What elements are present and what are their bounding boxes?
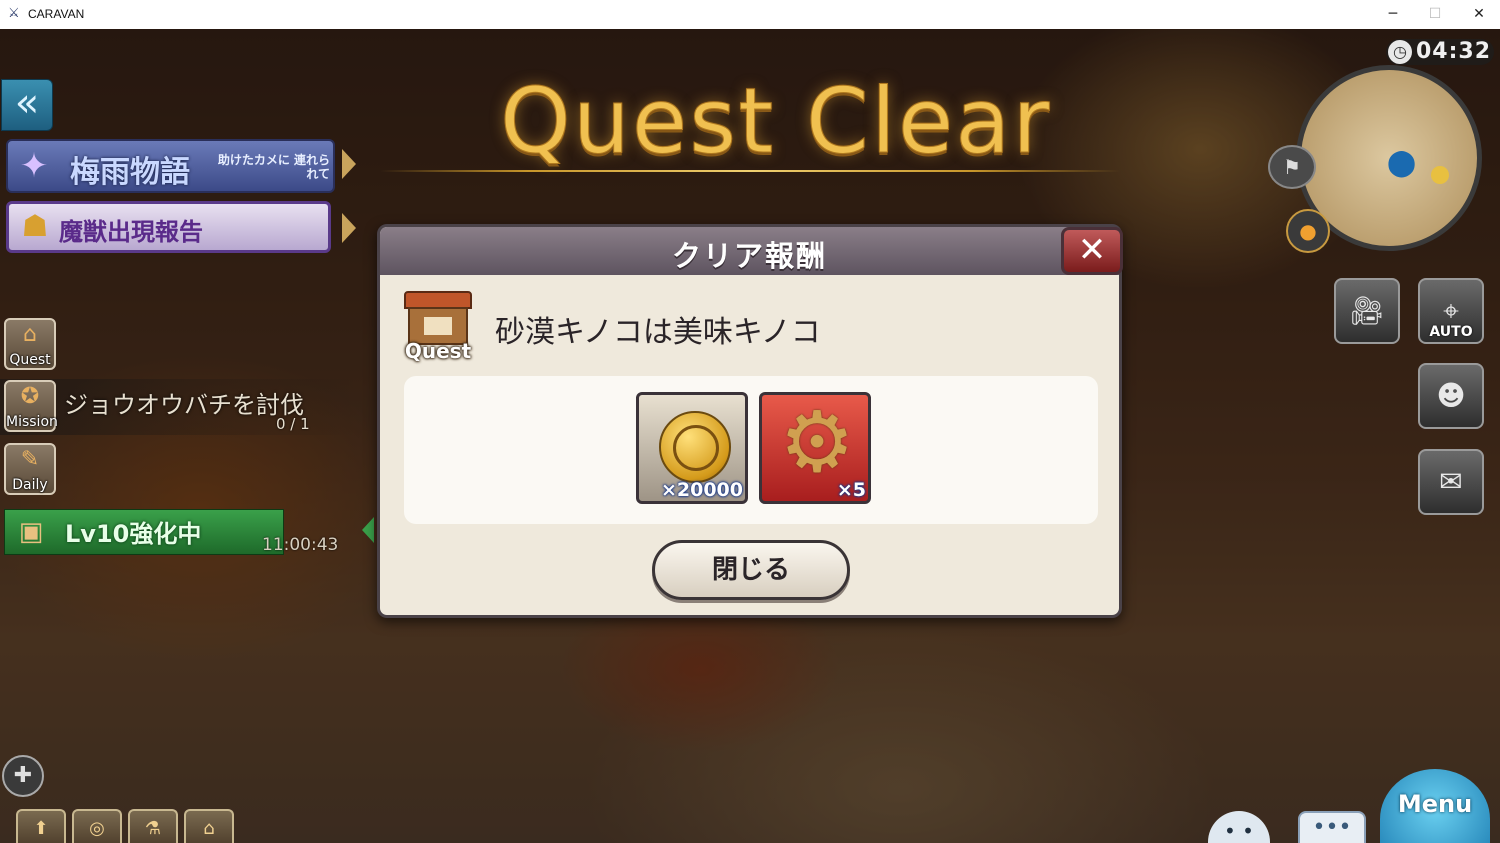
window-title: CARAVAN [28, 7, 85, 21]
caravan-app-icon: ⚔ [8, 6, 20, 21]
window-titlebar: ⚔ CARAVAN ─ ☐ ✕ [0, 0, 1500, 30]
camera-icon: 🎥︎ [1349, 294, 1385, 327]
quest-name: 砂漠キノコは美味キノコ [495, 315, 821, 350]
beast-mask-icon: ☗ [21, 209, 49, 244]
coin-item-slot[interactable]: ◎ [72, 809, 122, 843]
clear-reward-dialog: クリア報酬 ✕ Quest 砂漠キノコは美味キノコ ×20000 ⚙ ×5 閉じ… [377, 224, 1123, 618]
camera-button[interactable]: 🎥︎ [1334, 278, 1400, 344]
add-shortcut-button[interactable]: ✚ [2, 755, 44, 797]
close-window-button[interactable]: ✕ [1458, 0, 1500, 29]
upgrade-timer: 11:00:43 [262, 535, 339, 555]
banner-arrow-icon[interactable] [342, 149, 356, 179]
chest-icon: ▣ [18, 517, 44, 547]
event-banner-beast[interactable]: ☗ 魔獣出現報告 [6, 201, 331, 253]
auto-button[interactable]: ⌖ AUTO [1418, 278, 1484, 344]
quest-house-icon: ⌂ [23, 322, 37, 347]
upgrade-label: Lv10強化中 [65, 520, 202, 548]
map-flag-icon[interactable]: ⚑ [1268, 145, 1316, 189]
quest-side-button[interactable]: ⌂ Quest [4, 318, 56, 370]
beast-banner-title: 魔獣出現報告 [59, 218, 203, 246]
clock-icon: ◷ [1388, 40, 1412, 64]
quest-clear-title: Quest Clear [499, 69, 1052, 175]
daily-side-label: Daily [12, 477, 48, 493]
dialog-header: クリア報酬 [380, 227, 1119, 275]
quest-icon-label: Quest [404, 339, 472, 363]
player-pin-icon: ⬤ [1387, 148, 1417, 178]
mission-objective: ジョウオウバチを討伐 [64, 391, 304, 419]
group-icon: ☻ [1436, 379, 1466, 412]
map-marker [1431, 166, 1449, 184]
gold-coin-icon [659, 411, 731, 483]
banner-arrow-icon[interactable] [342, 213, 356, 243]
star-icon: ✦ [19, 146, 49, 186]
party-button[interactable]: ☻ [1418, 363, 1484, 429]
mail-group-icon: ✉ [1439, 465, 1463, 498]
reward-gear[interactable]: ⚙ ×5 [759, 392, 871, 504]
mission-progress: 0 / 1 [276, 415, 310, 433]
game-timer: ◷ 04:32 [1386, 39, 1494, 65]
daily-book-icon: ✎ [20, 447, 40, 472]
reward-quantity: ×20000 [660, 479, 743, 501]
daily-side-button[interactable]: ✎ Daily [4, 443, 56, 495]
event-banner-subtitle: 助けたカメに 連れられて [217, 153, 330, 181]
pet-icon[interactable]: ● [1286, 209, 1330, 253]
chat-button[interactable]: ••• [1298, 811, 1366, 843]
auto-label: AUTO [1429, 324, 1473, 340]
potion-item-slot[interactable]: ⚗ [128, 809, 178, 843]
close-icon[interactable]: ✕ [1061, 227, 1123, 275]
mission-side-button[interactable]: ✪ Mission [4, 380, 58, 432]
gear-icon: ⚙ [779, 393, 855, 491]
reward-quantity: ×5 [836, 479, 866, 501]
event-banner-title: 梅雨物語 [70, 155, 190, 190]
minimize-button[interactable]: ─ [1372, 0, 1414, 29]
timer-value: 04:32 [1416, 39, 1492, 64]
mail-button[interactable]: ✉ [1418, 449, 1484, 515]
close-button[interactable]: 閉じる [652, 540, 850, 600]
auto-target-icon: ⌖ [1443, 294, 1459, 327]
bag-item-slot[interactable]: ⌂ [184, 809, 234, 843]
upgrade-status-bar[interactable]: ▣ Lv10強化中 [4, 509, 284, 555]
reward-panel: ×20000 ⚙ ×5 [404, 376, 1098, 524]
quest-side-label: Quest [9, 352, 51, 368]
event-banner-tsuyu[interactable]: ✦ 梅雨物語 助けたカメに 連れられて [6, 139, 335, 193]
maximize-button[interactable]: ☐ [1414, 0, 1456, 29]
reward-gold[interactable]: ×20000 [636, 392, 748, 504]
dialog-title: クリア報酬 [671, 239, 827, 273]
exp-item-slot[interactable]: ⬆ [16, 809, 66, 843]
collapse-arrow-icon[interactable] [362, 517, 374, 543]
mission-bird-icon: ✪ [20, 384, 40, 409]
back-button[interactable]: « [1, 79, 53, 131]
mission-side-label: Mission [6, 414, 58, 430]
quest-icon: Quest [400, 289, 476, 365]
title-divider [380, 170, 1120, 172]
